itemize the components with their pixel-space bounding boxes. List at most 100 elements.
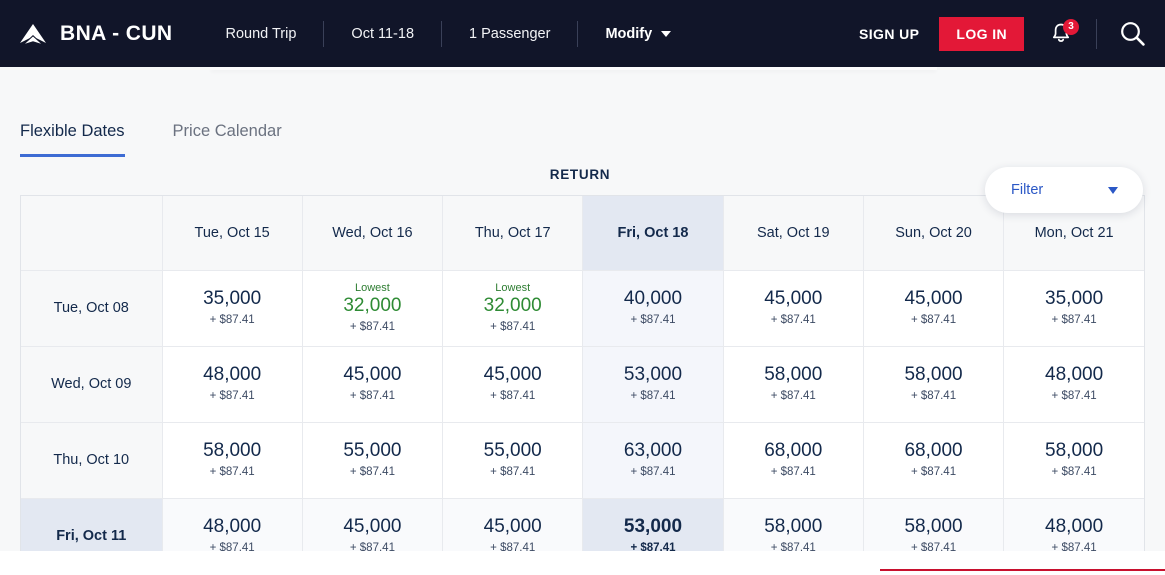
grid-corner-cell bbox=[21, 196, 163, 271]
tab-price-calendar[interactable]: Price Calendar bbox=[173, 122, 282, 157]
fare-cell[interactable]: 58,000 + $87.41 bbox=[723, 346, 864, 423]
notification-count-badge: 3 bbox=[1063, 18, 1079, 35]
grid-row: Wed, Oct 09 48,000 + $87.41 45,000 + $87.41 4… bbox=[21, 346, 1144, 423]
lowest-fare-tag: Lowest bbox=[495, 281, 531, 294]
fare-miles: 58,000 bbox=[764, 364, 823, 386]
modify-search-button[interactable]: Modify bbox=[578, 26, 698, 42]
bottom-gutter bbox=[0, 551, 1165, 575]
fare-taxes: + $87.41 bbox=[911, 465, 957, 478]
fare-miles: 55,000 bbox=[483, 440, 542, 462]
search-icon[interactable] bbox=[1117, 19, 1147, 49]
grid-column-header[interactable]: Fri, Oct 18 bbox=[582, 196, 724, 271]
fare-cell[interactable]: 45,000 + $87.41 bbox=[863, 270, 1005, 347]
app-header: BNA - CUN Round Trip Oct 11-18 1 Passeng… bbox=[0, 0, 1165, 67]
fare-taxes: + $87.41 bbox=[490, 320, 536, 333]
log-in-button[interactable]: LOG IN bbox=[939, 16, 1024, 51]
fare-miles: 58,000 bbox=[764, 516, 823, 538]
fare-miles: 45,000 bbox=[483, 364, 542, 386]
grid-column-header[interactable]: Sat, Oct 19 bbox=[723, 196, 864, 271]
fare-taxes: + $87.41 bbox=[630, 465, 676, 478]
fare-taxes: + $87.41 bbox=[770, 465, 816, 478]
divider bbox=[1096, 18, 1097, 49]
fare-miles: 32,000 bbox=[343, 295, 402, 317]
filter-button[interactable]: Filter bbox=[985, 167, 1143, 213]
filter-label: Filter bbox=[1011, 182, 1044, 198]
grid-header-row: Tue, Oct 15 Wed, Oct 16 Thu, Oct 17 Fri, Oc… bbox=[21, 196, 1144, 271]
grid-column-header[interactable]: Thu, Oct 17 bbox=[442, 196, 584, 271]
fare-cell[interactable]: 55,000 + $87.41 bbox=[302, 422, 444, 499]
grid-column-header[interactable]: Wed, Oct 16 bbox=[302, 196, 444, 271]
delta-widget-logo-icon[interactable] bbox=[18, 19, 48, 49]
sign-up-button[interactable]: SIGN UP bbox=[859, 26, 919, 42]
fare-taxes: + $87.41 bbox=[490, 389, 536, 402]
fare-cell[interactable]: 45,000 + $87.41 bbox=[442, 346, 584, 423]
fare-cell[interactable]: 45,000 + $87.41 bbox=[302, 346, 444, 423]
grid-body: Tue, Oct 08 35,000 + $87.41 Lowest 32,000 + $… bbox=[21, 270, 1144, 575]
fare-taxes: + $87.41 bbox=[770, 389, 816, 402]
fare-cell[interactable]: 58,000 + $87.41 bbox=[162, 422, 303, 499]
grid-row: Thu, Oct 10 58,000 + $87.41 55,000 + $87.41 5… bbox=[21, 422, 1144, 499]
grid-row-header[interactable]: Wed, Oct 09 bbox=[21, 346, 163, 423]
lowest-fare-tag: Lowest bbox=[354, 281, 390, 294]
grid-column-header[interactable]: Tue, Oct 15 bbox=[162, 196, 303, 271]
trip-type[interactable]: Round Trip bbox=[198, 26, 323, 42]
fare-miles: 35,000 bbox=[203, 288, 262, 310]
fare-miles: 45,000 bbox=[343, 364, 402, 386]
fare-cell[interactable]: 35,000 + $87.41 bbox=[1003, 270, 1144, 347]
fare-cell[interactable]: 48,000 + $87.41 bbox=[162, 346, 303, 423]
fare-taxes: + $87.41 bbox=[490, 465, 536, 478]
fare-miles: 40,000 bbox=[623, 288, 683, 310]
fare-miles: 45,000 bbox=[343, 516, 402, 538]
fare-taxes: + $87.41 bbox=[349, 320, 395, 333]
notification-bell-icon[interactable]: 3 bbox=[1048, 18, 1079, 49]
fare-taxes: + $87.41 bbox=[630, 313, 676, 326]
fare-miles: 53,000 bbox=[623, 364, 683, 386]
fare-taxes: + $87.41 bbox=[209, 465, 255, 478]
fare-miles: 58,000 bbox=[203, 440, 262, 462]
route-title: BNA - CUN bbox=[60, 21, 173, 45]
passenger-count[interactable]: 1 Passenger bbox=[442, 26, 577, 42]
fare-cell[interactable]: 68,000 + $87.41 bbox=[863, 422, 1005, 499]
fare-cell[interactable]: 35,000 + $87.41 bbox=[162, 270, 303, 347]
fare-cell[interactable]: 48,000 + $87.41 bbox=[1003, 346, 1144, 423]
panel-top-edge bbox=[0, 67, 1165, 75]
fare-cell[interactable]: 68,000 + $87.41 bbox=[723, 422, 864, 499]
fare-taxes: + $87.41 bbox=[349, 465, 395, 478]
caret-down-icon bbox=[661, 30, 672, 37]
fare-miles: 32,000 bbox=[483, 295, 542, 317]
fare-cell[interactable]: 40,000 + $87.41 bbox=[582, 270, 724, 347]
fare-miles: 53,000 bbox=[623, 516, 683, 538]
fare-taxes: + $87.41 bbox=[349, 389, 395, 402]
trip-dates[interactable]: Oct 11-18 bbox=[324, 26, 441, 42]
grid-row-header[interactable]: Thu, Oct 10 bbox=[21, 422, 163, 499]
grid-column-header[interactable]: Sun, Oct 20 bbox=[863, 196, 1005, 271]
fare-cell[interactable]: 55,000 + $87.41 bbox=[442, 422, 584, 499]
fare-cell[interactable]: 53,000 + $87.41 bbox=[582, 346, 724, 423]
fare-miles: 45,000 bbox=[904, 288, 963, 310]
fare-cell[interactable]: Lowest 32,000 + $87.41 bbox=[302, 270, 444, 347]
fare-miles: 58,000 bbox=[1045, 440, 1104, 462]
fare-taxes: + $87.41 bbox=[1051, 465, 1097, 478]
fare-miles: 58,000 bbox=[904, 364, 963, 386]
fare-miles: 48,000 bbox=[1045, 364, 1104, 386]
tab-flexible-dates[interactable]: Flexible Dates bbox=[20, 122, 125, 157]
fare-miles: 68,000 bbox=[764, 440, 823, 462]
fare-taxes: + $87.41 bbox=[630, 389, 676, 402]
fare-miles: 48,000 bbox=[203, 516, 262, 538]
trip-summary: Round Trip Oct 11-18 1 Passenger Modify bbox=[198, 20, 698, 47]
fare-cell[interactable]: 45,000 + $87.41 bbox=[723, 270, 864, 347]
fare-taxes: + $87.41 bbox=[770, 313, 816, 326]
flexible-dates-grid: Tue, Oct 15 Wed, Oct 16 Thu, Oct 17 Fri, Oc… bbox=[20, 195, 1145, 575]
fare-cell[interactable]: 58,000 + $87.41 bbox=[863, 346, 1005, 423]
fare-miles: 58,000 bbox=[904, 516, 963, 538]
results-body: Flexible Dates Price Calendar Filter RET… bbox=[0, 75, 1165, 575]
fare-cell[interactable]: 58,000 + $87.41 bbox=[1003, 422, 1144, 499]
fare-taxes: + $87.41 bbox=[1051, 313, 1097, 326]
fare-cell[interactable]: 63,000 + $87.41 bbox=[582, 422, 724, 499]
fare-miles: 68,000 bbox=[904, 440, 963, 462]
fare-miles: 63,000 bbox=[623, 440, 683, 462]
grid-row-header[interactable]: Tue, Oct 08 bbox=[21, 270, 163, 347]
fare-miles: 55,000 bbox=[343, 440, 402, 462]
fare-miles: 48,000 bbox=[1045, 516, 1104, 538]
fare-cell[interactable]: Lowest 32,000 + $87.41 bbox=[442, 270, 584, 347]
